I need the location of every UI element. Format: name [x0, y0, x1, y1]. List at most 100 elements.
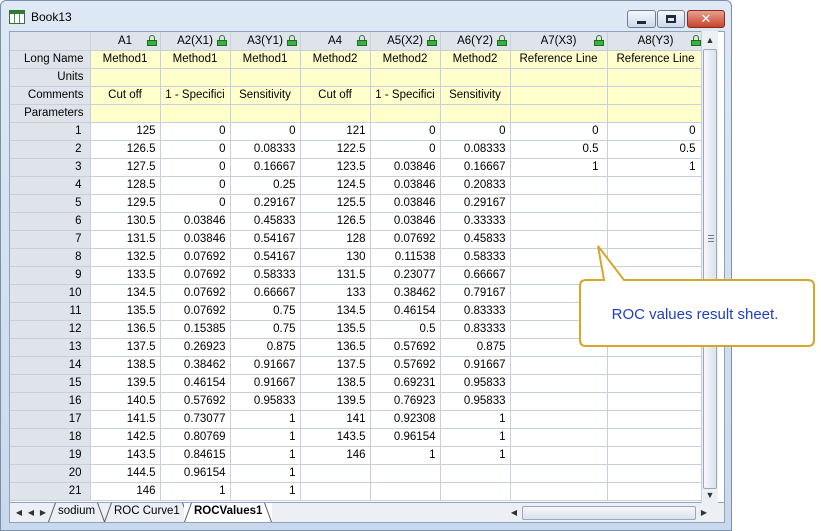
data-cell[interactable]: 0.46154	[370, 302, 441, 321]
column-header-a6[interactable]: A6(Y2)	[440, 32, 511, 51]
data-cell[interactable]: 0.91667	[440, 356, 511, 375]
data-cell[interactable]: 138.5	[90, 356, 161, 375]
row-header[interactable]: 2	[10, 140, 91, 159]
data-cell[interactable]: 0	[440, 122, 511, 141]
data-cell[interactable]: 1	[440, 428, 511, 447]
data-cell[interactable]: 128.5	[90, 176, 161, 195]
data-cell[interactable]: 0.80769	[160, 428, 231, 447]
data-cell[interactable]: 0.26923	[160, 338, 231, 357]
data-cell[interactable]	[607, 482, 705, 501]
data-cell[interactable]: 130	[300, 248, 371, 267]
data-cell[interactable]: 139.5	[300, 392, 371, 411]
data-cell[interactable]: 0.57692	[370, 338, 441, 357]
data-cell[interactable]	[607, 428, 705, 447]
column-header-a8[interactable]: A8(Y3)	[607, 32, 705, 51]
data-cell[interactable]: 1	[440, 446, 511, 465]
data-cell[interactable]: 1	[510, 158, 608, 177]
data-cell[interactable]: 146	[90, 482, 161, 501]
data-cell[interactable]: 0	[370, 140, 441, 159]
lock-icon[interactable]	[593, 35, 604, 46]
lock-icon[interactable]	[690, 35, 701, 46]
data-cell[interactable]: 0	[160, 194, 231, 213]
scroll-down-icon[interactable]: ▼	[702, 487, 718, 503]
data-cell[interactable]: 0.5	[370, 320, 441, 339]
row-header[interactable]: 8	[10, 248, 91, 267]
data-cell[interactable]	[607, 374, 705, 393]
maximize-button[interactable]	[657, 10, 685, 28]
meta-cell[interactable]: Method2	[370, 50, 441, 69]
data-cell[interactable]: 0.46154	[160, 374, 231, 393]
data-cell[interactable]: 0.20833	[440, 176, 511, 195]
data-cell[interactable]: 0	[160, 158, 231, 177]
meta-cell[interactable]	[607, 104, 705, 123]
meta-cell[interactable]: Method1	[90, 50, 161, 69]
data-cell[interactable]: 0.91667	[230, 356, 301, 375]
data-cell[interactable]: 0.07692	[370, 230, 441, 249]
meta-cell[interactable]	[607, 68, 705, 87]
meta-cell[interactable]: Sensitivity	[440, 86, 511, 105]
row-header[interactable]: 18	[10, 428, 91, 447]
data-cell[interactable]: 0.83333	[440, 320, 511, 339]
column-header-a5[interactable]: A5(X2)	[370, 32, 441, 51]
select-all-corner[interactable]	[10, 32, 91, 51]
data-cell[interactable]: 0.95833	[440, 392, 511, 411]
data-cell[interactable]: 0.07692	[160, 302, 231, 321]
meta-cell[interactable]	[510, 68, 608, 87]
data-cell[interactable]: 141	[300, 410, 371, 429]
data-cell[interactable]: 123.5	[300, 158, 371, 177]
data-cell[interactable]: 0.03846	[160, 230, 231, 249]
data-cell[interactable]: 0.875	[440, 338, 511, 357]
data-cell[interactable]: 0.92308	[370, 410, 441, 429]
data-cell[interactable]: 141.5	[90, 410, 161, 429]
meta-cell[interactable]	[370, 68, 441, 87]
scroll-right-icon[interactable]: ▶	[698, 506, 710, 520]
meta-row-label[interactable]: Units	[10, 68, 91, 87]
data-cell[interactable]: 126.5	[300, 212, 371, 231]
data-cell[interactable]: 0.23077	[370, 266, 441, 285]
data-cell[interactable]: 1	[370, 446, 441, 465]
row-header[interactable]: 19	[10, 446, 91, 465]
data-cell[interactable]: 0.57692	[370, 356, 441, 375]
meta-cell[interactable]	[510, 86, 608, 105]
data-cell[interactable]: 0.96154	[160, 464, 231, 483]
data-cell[interactable]: 140.5	[90, 392, 161, 411]
data-cell[interactable]: 121	[300, 122, 371, 141]
prev-sheet-icon[interactable]: ◀	[26, 506, 36, 519]
data-cell[interactable]: 135.5	[90, 302, 161, 321]
meta-cell[interactable]	[230, 68, 301, 87]
lock-icon[interactable]	[356, 35, 367, 46]
data-cell[interactable]	[440, 464, 511, 483]
data-cell[interactable]: 0.29167	[230, 194, 301, 213]
data-cell[interactable]: 1	[230, 482, 301, 501]
row-header[interactable]: 7	[10, 230, 91, 249]
data-cell[interactable]: 0.07692	[160, 266, 231, 285]
meta-cell[interactable]	[300, 104, 371, 123]
meta-cell[interactable]: Method1	[160, 50, 231, 69]
data-cell[interactable]: 139.5	[90, 374, 161, 393]
meta-cell[interactable]	[230, 104, 301, 123]
data-cell[interactable]: 0.38462	[370, 284, 441, 303]
row-header[interactable]: 5	[10, 194, 91, 213]
data-cell[interactable]: 0.03846	[370, 194, 441, 213]
data-cell[interactable]	[510, 374, 608, 393]
meta-cell[interactable]: Method2	[440, 50, 511, 69]
meta-cell[interactable]: 1 - Specifici	[370, 86, 441, 105]
data-cell[interactable]	[510, 212, 608, 231]
data-cell[interactable]	[607, 212, 705, 231]
meta-cell[interactable]: Reference Line	[607, 50, 705, 69]
data-cell[interactable]: 1	[230, 446, 301, 465]
data-cell[interactable]: 143.5	[300, 428, 371, 447]
column-header-a7[interactable]: A7(X3)	[510, 32, 608, 51]
data-cell[interactable]: 1	[230, 410, 301, 429]
data-cell[interactable]: 0.75	[230, 302, 301, 321]
data-cell[interactable]: 1	[160, 482, 231, 501]
row-header[interactable]: 14	[10, 356, 91, 375]
data-cell[interactable]: 134.5	[90, 284, 161, 303]
meta-cell[interactable]: Cut off	[90, 86, 161, 105]
data-cell[interactable]: 135.5	[300, 320, 371, 339]
data-cell[interactable]: 0.76923	[370, 392, 441, 411]
data-cell[interactable]: 0.03846	[160, 212, 231, 231]
data-cell[interactable]: 1	[230, 464, 301, 483]
data-cell[interactable]: 136.5	[90, 320, 161, 339]
minimize-button[interactable]	[627, 10, 656, 28]
